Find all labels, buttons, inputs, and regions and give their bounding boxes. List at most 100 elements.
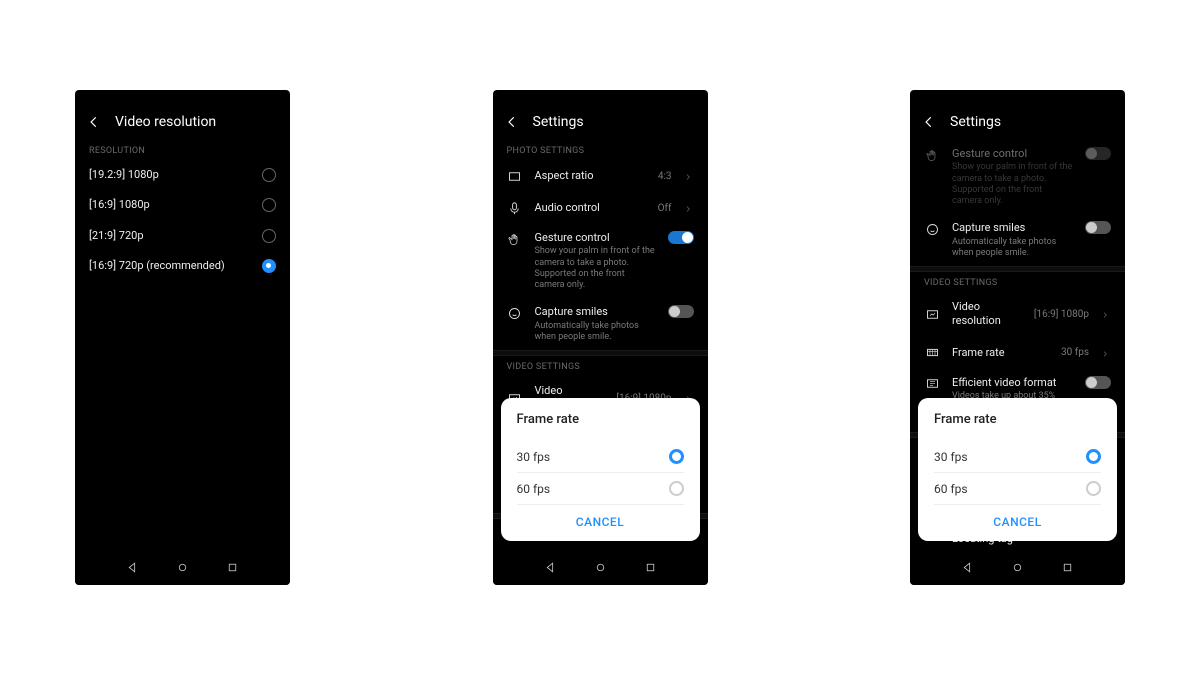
row-subtitle: Show your palm in front of the camera to… (535, 246, 656, 291)
phone-screen-2: Settings PHOTO SETTINGS Aspect ratio 4:3… (493, 90, 708, 585)
row-label: Frame rate (952, 346, 1049, 360)
nav-home-icon[interactable] (176, 560, 190, 574)
toggle-switch[interactable] (668, 231, 694, 244)
row-label: Video resolution (952, 300, 1022, 329)
android-nav-bar (75, 549, 290, 585)
section-label-resolution: RESOLUTION (75, 140, 290, 160)
phone-screen-1: Video resolution RESOLUTION [19.2:9] 108… (75, 90, 290, 585)
header: Settings (910, 106, 1125, 140)
radio-icon[interactable] (669, 449, 684, 464)
row-label: Efficient video format (952, 376, 1073, 390)
header: Video resolution (75, 106, 290, 140)
chevron-right-icon (684, 203, 694, 213)
efficient-video-icon (924, 376, 940, 392)
back-icon[interactable] (87, 115, 101, 129)
row-label: Capture smiles (952, 221, 1073, 235)
gesture-control-row[interactable]: Gesture control Show your palm in front … (493, 224, 708, 298)
row-label: Gesture control (535, 231, 656, 245)
gesture-control-row: Gesture control Show your palm in front … (910, 140, 1125, 214)
dialog-option[interactable]: 30 fps (517, 441, 684, 473)
frame-rate-dialog: Frame rate 30 fps 60 fps CANCEL (918, 398, 1117, 541)
capture-smiles-row[interactable]: Capture smiles Automatically take photos… (493, 298, 708, 350)
status-bar (910, 90, 1125, 106)
radio-icon[interactable] (669, 481, 684, 496)
dialog-option-label: 60 fps (517, 482, 551, 496)
option-label: [16:9] 1080p (89, 198, 250, 212)
section-label-video: VIDEO SETTINGS (493, 356, 708, 376)
page-title: Video resolution (115, 114, 216, 130)
frame-rate-icon (924, 345, 940, 361)
resolution-option[interactable]: [16:9] 1080p (75, 190, 290, 220)
dialog-option-label: 30 fps (934, 450, 968, 464)
nav-home-icon[interactable] (593, 560, 607, 574)
toggle-switch (1085, 147, 1111, 160)
cancel-button[interactable]: CANCEL (934, 505, 1101, 533)
android-nav-bar (910, 549, 1125, 585)
row-subtitle: Automatically take photos when people sm… (535, 321, 656, 344)
section-label-video: VIDEO SETTINGS (910, 272, 1125, 292)
phone-screen-3: Settings Gesture control Show your palm … (910, 90, 1125, 585)
nav-back-icon[interactable] (126, 560, 140, 574)
frame-rate-dialog: Frame rate 30 fps 60 fps CANCEL (501, 398, 700, 541)
radio-icon[interactable] (262, 198, 276, 212)
row-label: Capture smiles (535, 305, 656, 319)
header: Settings (493, 106, 708, 140)
radio-icon[interactable] (1086, 481, 1101, 496)
cancel-button[interactable]: CANCEL (517, 505, 684, 533)
dialog-option[interactable]: 30 fps (934, 441, 1101, 473)
smile-icon (507, 305, 523, 321)
radio-icon[interactable] (262, 259, 276, 273)
microphone-icon (507, 200, 523, 216)
back-icon[interactable] (922, 115, 936, 129)
row-label: Aspect ratio (535, 169, 646, 183)
toggle-switch[interactable] (1085, 376, 1111, 389)
row-label: Gesture control (952, 147, 1073, 161)
row-label: Audio control (535, 201, 646, 215)
nav-back-icon[interactable] (961, 560, 975, 574)
radio-icon[interactable] (262, 168, 276, 182)
radio-icon[interactable] (1086, 449, 1101, 464)
toggle-switch[interactable] (668, 305, 694, 318)
option-label: [16:9] 720p (recommended) (89, 259, 250, 273)
back-icon[interactable] (505, 115, 519, 129)
row-value: 30 fps (1061, 347, 1089, 358)
dialog-option[interactable]: 60 fps (517, 473, 684, 505)
nav-recent-icon[interactable] (1061, 560, 1075, 574)
resolution-option[interactable]: [21:9] 720p (75, 221, 290, 251)
row-subtitle: Show your palm in front of the camera to… (952, 162, 1073, 207)
row-value: [16:9] 1080p (1034, 309, 1089, 320)
video-resolution-row[interactable]: Video resolution [16:9] 1080p (910, 292, 1125, 337)
dialog-option-label: 60 fps (934, 482, 968, 496)
dialog-title: Frame rate (517, 412, 684, 427)
chevron-right-icon (1101, 309, 1111, 319)
row-value: 4:3 (658, 171, 672, 182)
capture-smiles-row[interactable]: Capture smiles Automatically take photos… (910, 214, 1125, 266)
nav-recent-icon[interactable] (226, 560, 240, 574)
dialog-option[interactable]: 60 fps (934, 473, 1101, 505)
audio-control-row[interactable]: Audio control Off (493, 192, 708, 224)
radio-icon[interactable] (262, 229, 276, 243)
chevron-right-icon (1101, 348, 1111, 358)
status-bar (75, 90, 290, 106)
option-label: [19.2:9] 1080p (89, 168, 250, 182)
row-value: Off (658, 203, 672, 214)
row-subtitle: Automatically take photos when people sm… (952, 237, 1073, 260)
frame-rate-row[interactable]: Frame rate 30 fps (910, 337, 1125, 369)
android-nav-bar (493, 549, 708, 585)
aspect-ratio-row[interactable]: Aspect ratio 4:3 (493, 160, 708, 192)
video-resolution-icon (924, 306, 940, 322)
resolution-option[interactable]: [16:9] 720p (recommended) (75, 251, 290, 281)
chevron-right-icon (684, 171, 694, 181)
page-title: Settings (533, 114, 584, 130)
dialog-option-label: 30 fps (517, 450, 551, 464)
toggle-switch[interactable] (1085, 221, 1111, 234)
nav-home-icon[interactable] (1011, 560, 1025, 574)
hand-icon (507, 231, 523, 247)
resolution-option[interactable]: [19.2:9] 1080p (75, 160, 290, 190)
section-label-photo: PHOTO SETTINGS (493, 140, 708, 160)
nav-recent-icon[interactable] (643, 560, 657, 574)
nav-back-icon[interactable] (543, 560, 557, 574)
aspect-ratio-icon (507, 168, 523, 184)
dialog-title: Frame rate (934, 412, 1101, 427)
page-title: Settings (950, 114, 1001, 130)
